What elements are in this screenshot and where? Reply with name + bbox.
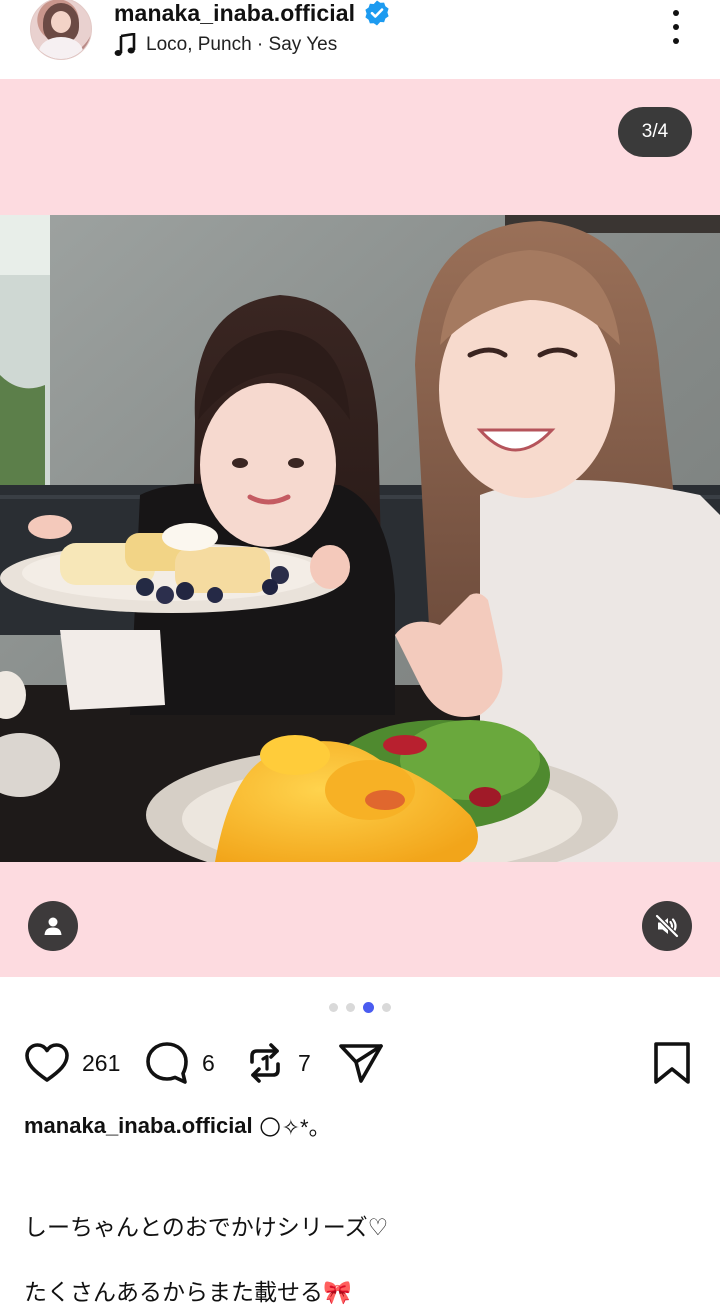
caption-username[interactable]: manaka_inaba.official xyxy=(24,1113,253,1139)
more-options-icon[interactable] xyxy=(660,10,692,44)
repost-count: 7 xyxy=(298,1049,311,1076)
share-button[interactable] xyxy=(338,1040,384,1086)
avatar-body xyxy=(39,37,83,59)
pagination-dot xyxy=(346,1003,355,1012)
post-photo[interactable] xyxy=(0,215,720,862)
mute-toggle-button[interactable] xyxy=(642,901,692,951)
comment-button[interactable]: 6 xyxy=(144,1040,215,1086)
carousel-pagination xyxy=(0,1002,720,1013)
username-row: manaka_inaba.official xyxy=(114,0,391,28)
profile-avatar[interactable] xyxy=(30,0,92,60)
caption-line-2: たくさんあるからまた載せる🎀 xyxy=(24,1279,352,1305)
pagination-dot xyxy=(382,1003,391,1012)
slide-counter: 3/4 xyxy=(618,107,692,157)
like-button[interactable]: 261 xyxy=(24,1040,120,1086)
post-header: manaka_inaba.official Loco, Punch · Say … xyxy=(0,0,720,78)
send-icon xyxy=(339,1044,383,1083)
music-track-label: Loco, Punch · Say Yes xyxy=(146,34,338,55)
user-tags-button[interactable] xyxy=(28,901,78,951)
like-count: 261 xyxy=(82,1049,121,1076)
verified-badge-icon xyxy=(365,0,389,26)
heart-icon xyxy=(25,1043,69,1082)
music-note-icon xyxy=(114,33,136,56)
user-icon xyxy=(44,917,62,935)
caption-emoji: 🌕✧*。 xyxy=(258,1115,331,1140)
pagination-dot-active xyxy=(363,1002,374,1013)
action-bar: 261 6 7 xyxy=(24,1040,696,1086)
caption-line-1: しーちゃんとのおでかけシリーズ♡ xyxy=(24,1214,389,1240)
repost-button[interactable]: 7 xyxy=(244,1040,311,1086)
speaker-muted-icon xyxy=(654,913,680,939)
comment-count: 6 xyxy=(202,1049,215,1076)
media-carousel[interactable]: 3/4 xyxy=(0,79,720,977)
comment-icon xyxy=(146,1042,188,1084)
avatar-face xyxy=(51,11,71,33)
save-button[interactable] xyxy=(652,1040,692,1086)
music-row[interactable]: Loco, Punch · Say Yes xyxy=(114,31,337,59)
repost-icon xyxy=(250,1043,280,1083)
username[interactable]: manaka_inaba.official xyxy=(114,0,355,27)
pagination-dot xyxy=(329,1003,338,1012)
bookmark-icon xyxy=(654,1042,690,1084)
caption-author: manaka_inaba.official 🌕✧*。 xyxy=(24,1110,331,1142)
